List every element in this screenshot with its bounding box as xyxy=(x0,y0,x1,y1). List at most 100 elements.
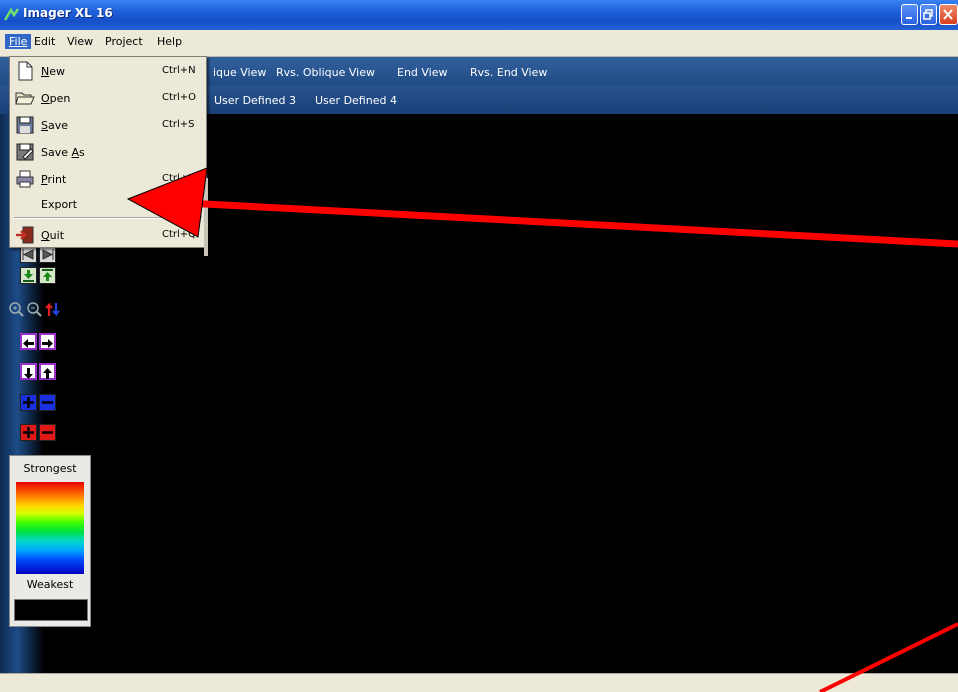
color-swatch[interactable] xyxy=(14,599,88,621)
last-slice-button[interactable] xyxy=(39,246,56,263)
pan-up-button[interactable] xyxy=(39,363,56,380)
menu-item-export[interactable]: Export xyxy=(10,191,206,217)
window-title: Imager XL 16 xyxy=(23,6,113,20)
pan-left-button[interactable] xyxy=(20,333,37,350)
close-button[interactable] xyxy=(939,4,958,25)
title-bar: Imager XL 16 xyxy=(0,0,958,30)
menu-item-open[interactable]: Open Ctrl+O xyxy=(10,85,206,111)
red-increase-button[interactable] xyxy=(20,424,37,441)
submenu-arrow-icon xyxy=(193,200,197,208)
tab-rvs-oblique-view[interactable]: Rvs. Oblique View xyxy=(276,66,375,79)
label-rest: s xyxy=(79,146,85,159)
mnemonic: Q xyxy=(41,229,50,242)
menu-item-export-label: Export xyxy=(41,198,78,211)
blue-increase-button[interactable] xyxy=(20,394,37,411)
menu-view[interactable]: View xyxy=(67,35,93,48)
new-document-icon xyxy=(18,61,33,81)
legend-weakest-label: Weakest xyxy=(26,578,74,591)
arrow-down-bar-icon xyxy=(23,270,34,282)
menu-item-open-shortcut: Ctrl+O xyxy=(162,92,197,103)
tab-user-defined-3[interactable]: User Defined 3 xyxy=(214,94,296,107)
arrow-right-icon xyxy=(42,339,53,348)
menu-item-save-as-label: Save As xyxy=(41,146,85,159)
tab-oblique-view[interactable]: ique View xyxy=(213,66,266,79)
menu-separator xyxy=(14,217,202,219)
red-decrease-button[interactable] xyxy=(39,424,56,441)
mnemonic: N xyxy=(41,65,50,78)
menu-project[interactable]: Project xyxy=(105,35,143,48)
legend-gradient xyxy=(16,482,84,574)
app-logo-icon xyxy=(4,7,19,21)
plus-icon xyxy=(23,427,34,438)
color-legend: Strongest Weakest xyxy=(9,455,91,627)
move-down-button[interactable] xyxy=(20,267,37,284)
menu-item-save-as[interactable]: Save As xyxy=(10,139,206,165)
menu-item-quit-label: Quit xyxy=(41,229,64,242)
swap-button[interactable] xyxy=(44,301,61,318)
skip-right-icon xyxy=(42,249,54,260)
menu-item-open-label: Open xyxy=(41,92,70,105)
label-pre: Save xyxy=(41,146,72,159)
menu-item-save-shortcut: Ctrl+S xyxy=(162,119,195,130)
arrow-up-bar-icon xyxy=(42,269,53,281)
legend-strongest-label: Strongest xyxy=(23,462,77,475)
mnemonic: A xyxy=(71,146,80,159)
quit-door-icon xyxy=(16,226,34,244)
restore-icon xyxy=(923,9,933,20)
pan-right-button[interactable] xyxy=(39,333,56,350)
tab-end-view[interactable]: End View xyxy=(397,66,448,79)
menu-item-save[interactable]: Save Ctrl+S xyxy=(10,112,206,138)
label-rest: uit xyxy=(49,229,65,242)
menu-item-save-label: Save xyxy=(41,119,68,132)
minus-icon xyxy=(42,401,53,404)
label-rest: pen xyxy=(49,92,71,105)
menu-edit[interactable]: Edit xyxy=(34,35,55,48)
skip-left-icon xyxy=(22,249,34,260)
zoom-out-button[interactable] xyxy=(26,301,43,318)
label-rest: ave xyxy=(47,119,69,132)
menu-file-label: File xyxy=(9,35,28,48)
arrow-up-icon xyxy=(43,368,52,379)
close-icon xyxy=(943,9,953,20)
save-as-icon xyxy=(16,143,34,161)
label-rest: rint xyxy=(47,173,67,186)
menu-scroll-edge xyxy=(204,178,208,256)
menu-item-print[interactable]: Print Ctrl+P xyxy=(10,166,206,192)
menu-file[interactable]: File xyxy=(5,34,32,49)
status-bar xyxy=(0,673,958,692)
file-menu-dropdown: New Ctrl+N Open Ctrl+O Save Ctrl+S Save … xyxy=(9,56,207,248)
pan-down-button[interactable] xyxy=(20,363,37,380)
menu-item-print-label: Print xyxy=(41,173,66,186)
zoom-out-icon xyxy=(27,302,42,317)
blue-decrease-button[interactable] xyxy=(39,394,56,411)
mnemonic: O xyxy=(41,92,50,105)
save-disk-icon xyxy=(16,116,34,134)
tab-rvs-end-view[interactable]: Rvs. End View xyxy=(470,66,547,79)
printer-icon xyxy=(16,170,34,188)
move-up-button[interactable] xyxy=(39,267,56,284)
mnemonic: S xyxy=(41,119,48,132)
menu-item-new-shortcut: Ctrl+N xyxy=(162,65,196,76)
zoom-in-icon xyxy=(9,302,24,317)
menu-item-print-shortcut: Ctrl+P xyxy=(162,173,195,184)
swap-arrows-icon xyxy=(45,302,60,317)
arrow-down-icon xyxy=(24,368,33,379)
menu-bar: File Edit View Project Help xyxy=(0,30,958,57)
arrow-left-icon xyxy=(23,339,34,348)
menu-item-quit[interactable]: Quit Ctrl+Q xyxy=(10,222,206,248)
image-canvas[interactable] xyxy=(97,114,958,673)
minimize-icon xyxy=(906,17,912,19)
tab-user-defined-4[interactable]: User Defined 4 xyxy=(315,94,397,107)
menu-item-new-label: New xyxy=(41,65,65,78)
menu-item-quit-shortcut: Ctrl+Q xyxy=(162,229,197,240)
minimize-button[interactable] xyxy=(901,4,918,25)
zoom-in-button[interactable] xyxy=(8,301,25,318)
first-slice-button[interactable] xyxy=(20,246,37,263)
open-folder-icon xyxy=(15,92,35,105)
plus-icon xyxy=(23,397,34,408)
menu-help[interactable]: Help xyxy=(157,35,182,48)
minus-icon xyxy=(42,431,53,434)
label-rest: ew xyxy=(49,65,65,78)
restore-button[interactable] xyxy=(920,4,937,25)
menu-item-new[interactable]: New Ctrl+N xyxy=(10,58,206,84)
